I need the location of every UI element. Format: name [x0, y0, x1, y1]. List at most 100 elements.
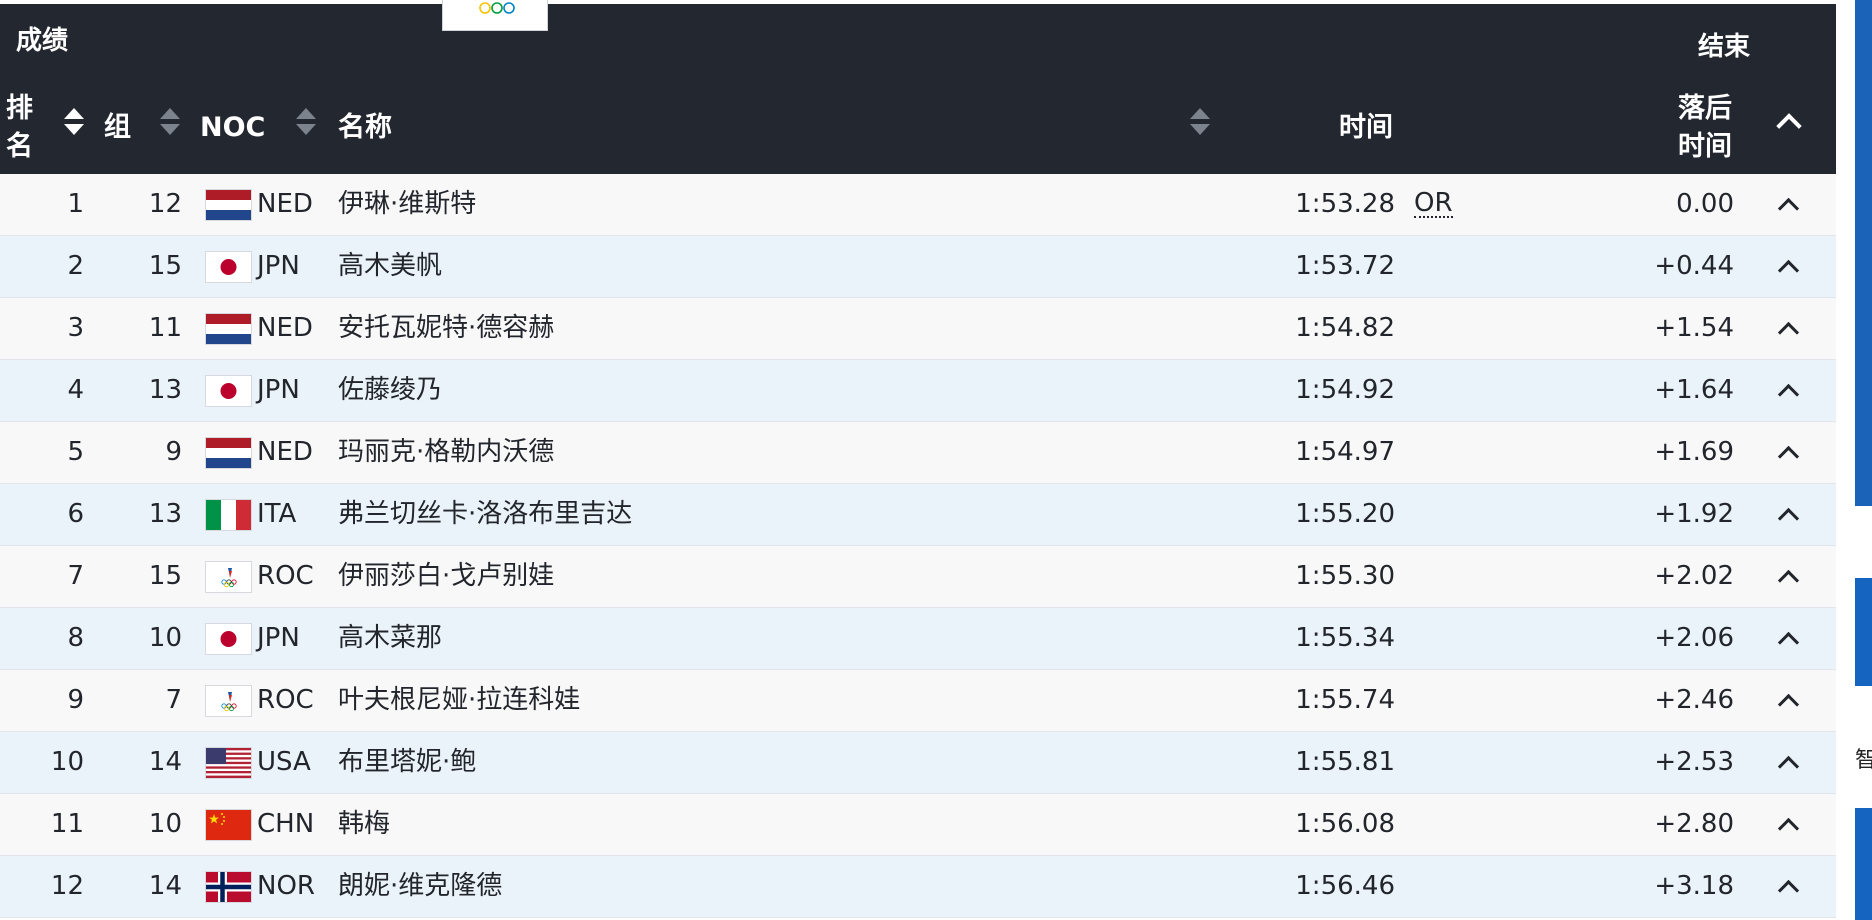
athlete-name[interactable]: 玛丽克·格勒内沃德	[338, 422, 554, 483]
result-row[interactable]: 10 14 USA 布里塔妮·鲍 1:55.81 +2.53	[0, 732, 1836, 794]
noc-cell: ROC	[257, 685, 314, 715]
expand-chevron-up-icon[interactable]	[1777, 879, 1800, 902]
expand-chevron-up-icon[interactable]	[1777, 693, 1800, 716]
group-cell: 13	[148, 499, 182, 529]
results-table: 1 12 NED 伊琳·维斯特 1:53.28 OR 0.00 2 15 JPN 高木美帆 1:53.…	[0, 174, 1836, 918]
record-mark[interactable]: OR	[1414, 190, 1453, 218]
noc-cell: NED	[257, 189, 313, 219]
noc-cell: ROC	[257, 561, 314, 591]
ita-flag-icon	[205, 499, 252, 531]
expand-chevron-up-icon[interactable]	[1777, 383, 1800, 406]
noc-cell: JPN	[257, 251, 300, 281]
expand-chevron-up-icon[interactable]	[1777, 631, 1800, 654]
time-cell: 1:55.74	[1295, 685, 1395, 715]
time-cell: 1:56.08	[1295, 809, 1395, 839]
result-row[interactable]: 1 12 NED 伊琳·维斯特 1:53.28 OR 0.00	[0, 174, 1836, 236]
rank-cell: 9	[67, 685, 84, 715]
col-group-header[interactable]: 组	[104, 109, 131, 147]
behind-cell: +1.69	[1654, 437, 1734, 467]
name-sort-icon[interactable]	[1190, 108, 1210, 142]
group-cell: 10	[148, 623, 182, 653]
behind-cell: +3.18	[1654, 871, 1734, 901]
noc-cell: NED	[257, 313, 313, 343]
col-behind-header-line2: 时间	[1678, 131, 1732, 162]
rank-sort-icon[interactable]	[64, 108, 84, 142]
athlete-name[interactable]: 伊琳·维斯特	[338, 174, 476, 235]
rank-cell: 8	[67, 623, 84, 653]
result-row[interactable]: 8 10 JPN 高木菜那 1:55.34 +2.06	[0, 608, 1836, 670]
group-cell: 12	[148, 189, 182, 219]
col-rank-header[interactable]: 排名	[6, 90, 36, 166]
result-row[interactable]: 7 15 ROC 伊丽莎白·戈卢别娃 1:55.30 +2.02	[0, 546, 1836, 608]
behind-cell: +1.54	[1654, 313, 1734, 343]
result-row[interactable]: 3 11 NED 安托瓦妮特·德容赫 1:54.82 +1.54	[0, 298, 1836, 360]
behind-cell: +2.53	[1654, 747, 1734, 777]
athlete-name[interactable]: 佐藤绫乃	[338, 360, 442, 421]
roc-flag-icon	[205, 685, 252, 717]
rank-cell: 11	[50, 809, 84, 839]
expand-chevron-up-icon[interactable]	[1777, 569, 1800, 592]
athlete-name[interactable]: 安托瓦妮特·德容赫	[338, 298, 554, 359]
rank-cell: 7	[67, 561, 84, 591]
time-cell: 1:55.30	[1295, 561, 1395, 591]
expand-chevron-up-icon[interactable]	[1777, 507, 1800, 530]
athlete-name[interactable]: 高木美帆	[338, 236, 442, 297]
group-cell: 11	[148, 313, 182, 343]
time-cell: 1:56.46	[1295, 871, 1395, 901]
expand-chevron-up-icon[interactable]	[1777, 755, 1800, 778]
behind-cell: +2.06	[1654, 623, 1734, 653]
rank-cell: 4	[67, 375, 84, 405]
noc-cell: NED	[257, 437, 313, 467]
result-row[interactable]: 9 7 ROC 叶夫根尼娅·拉连科娃 1:55.74 +2.46	[0, 670, 1836, 732]
event-status: 结束	[1697, 32, 1750, 62]
behind-cell: +1.92	[1654, 499, 1734, 529]
group-cell: 15	[148, 561, 182, 591]
athlete-name[interactable]: 布里塔妮·鲍	[338, 732, 476, 793]
athlete-name[interactable]: 韩梅	[338, 794, 390, 855]
expand-chevron-up-icon[interactable]	[1777, 197, 1800, 220]
noc-sort-icon[interactable]	[296, 108, 316, 142]
time-cell: 1:53.72	[1295, 251, 1395, 281]
olympic-logo-tab	[442, 0, 548, 31]
athlete-name[interactable]: 叶夫根尼娅·拉连科娃	[338, 670, 580, 731]
expand-chevron-up-icon[interactable]	[1777, 817, 1800, 840]
col-noc-header[interactable]: NOC	[200, 109, 265, 147]
group-cell: 9	[165, 437, 182, 467]
side-text: 智	[1855, 748, 1872, 773]
athlete-name[interactable]: 伊丽莎白·戈卢别娃	[338, 546, 554, 607]
time-cell: 1:55.81	[1295, 747, 1395, 777]
noc-cell: NOR	[257, 871, 315, 901]
jpn-flag-icon	[205, 623, 252, 655]
result-row[interactable]: 11 10 CHN 韩梅 1:56.08 +2.80	[0, 794, 1836, 856]
rank-cell: 10	[50, 747, 84, 777]
rank-cell: 2	[67, 251, 84, 281]
behind-cell: +0.44	[1654, 251, 1734, 281]
group-cell: 14	[148, 747, 182, 777]
group-cell: 10	[148, 809, 182, 839]
athlete-name[interactable]: 高木菜那	[338, 608, 442, 669]
behind-cell: +1.64	[1654, 375, 1734, 405]
result-row[interactable]: 5 9 NED 玛丽克·格勒内沃德 1:54.97 +1.69	[0, 422, 1836, 484]
rank-cell: 1	[67, 189, 84, 219]
behind-cell: +2.80	[1654, 809, 1734, 839]
olympic-rings-icon	[479, 2, 515, 14]
col-name-header[interactable]: 名称	[338, 109, 392, 147]
athlete-name[interactable]: 弗兰切丝卡·洛洛布里吉达	[338, 484, 632, 545]
collapse-all-chevron-up-icon[interactable]	[1776, 113, 1802, 139]
ned-flag-icon	[205, 313, 252, 345]
rank-cell: 5	[67, 437, 84, 467]
result-row[interactable]: 6 13 ITA 弗兰切丝卡·洛洛布里吉达 1:55.20 +1.92	[0, 484, 1836, 546]
noc-cell: JPN	[257, 375, 300, 405]
result-row[interactable]: 12 14 NOR 朗妮·维克隆德 1:56.46 +3.18	[0, 856, 1836, 918]
ned-flag-icon	[205, 437, 252, 469]
result-row[interactable]: 2 15 JPN 高木美帆 1:53.72 +0.44	[0, 236, 1836, 298]
expand-chevron-up-icon[interactable]	[1777, 259, 1800, 282]
expand-chevron-up-icon[interactable]	[1777, 321, 1800, 344]
athlete-name[interactable]: 朗妮·维克隆德	[338, 856, 502, 917]
result-row[interactable]: 4 13 JPN 佐藤绫乃 1:54.92 +1.64	[0, 360, 1836, 422]
behind-cell: 0.00	[1676, 189, 1734, 219]
group-cell: 14	[148, 871, 182, 901]
group-sort-icon[interactable]	[160, 108, 180, 142]
expand-chevron-up-icon[interactable]	[1777, 445, 1800, 468]
noc-cell: JPN	[257, 623, 300, 653]
